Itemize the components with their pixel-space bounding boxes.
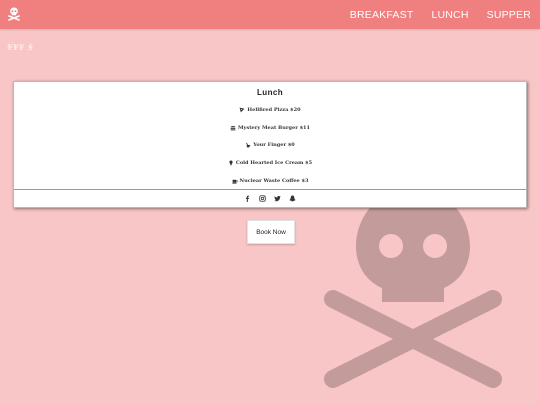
skull-crossbones-icon[interactable] [7, 7, 21, 21]
nav-link-lunch[interactable]: LUNCH [431, 9, 468, 21]
menu-item: Cold Hearted Ice Cream $5 [14, 160, 526, 166]
menu-item: Nuclear Waste Coffee $3 [14, 178, 526, 184]
skull-crossbones-watermark-icon [324, 190, 502, 388]
snapchat-icon[interactable] [289, 195, 296, 202]
pizza-icon [239, 107, 245, 113]
menu-item-text: Mystery Meat Burger $11 [237, 125, 311, 131]
menu-item: Hellfired Pizza $20 [14, 107, 526, 113]
social-links [14, 189, 526, 207]
menu-item-text: Your Finger $0 [253, 142, 295, 148]
ice-cream-icon [228, 160, 234, 166]
nav-link-breakfast[interactable]: BREAKFAST [350, 9, 414, 21]
instagram-icon[interactable] [259, 195, 266, 202]
coffee-icon [231, 178, 238, 184]
twitter-icon[interactable] [274, 195, 281, 202]
nav-links: BREAKFAST LUNCH SUPPER [350, 0, 531, 29]
menu-item-text: Nuclear Waste Coffee $3 [239, 178, 309, 184]
menu-item-text: Hellfired Pizza $20 [247, 107, 301, 113]
book-now-button[interactable]: Book Now [247, 220, 295, 244]
site-logo-text: ¥¥¥ $ [7, 42, 34, 52]
facebook-icon[interactable] [244, 195, 251, 202]
top-navbar: BREAKFAST LUNCH SUPPER [0, 0, 540, 29]
menu-title: Lunch [257, 88, 283, 97]
menu-item: Your Finger $0 [14, 142, 526, 148]
finger-icon [245, 142, 251, 148]
lunch-menu-card: Lunch Hellfired Pizza $20 Mystery Meat B… [13, 81, 527, 208]
nav-link-supper[interactable]: SUPPER [487, 9, 531, 21]
menu-item: Mystery Meat Burger $11 [14, 125, 526, 131]
burger-icon [230, 125, 236, 131]
menu-item-text: Cold Hearted Ice Cream $5 [235, 160, 313, 166]
